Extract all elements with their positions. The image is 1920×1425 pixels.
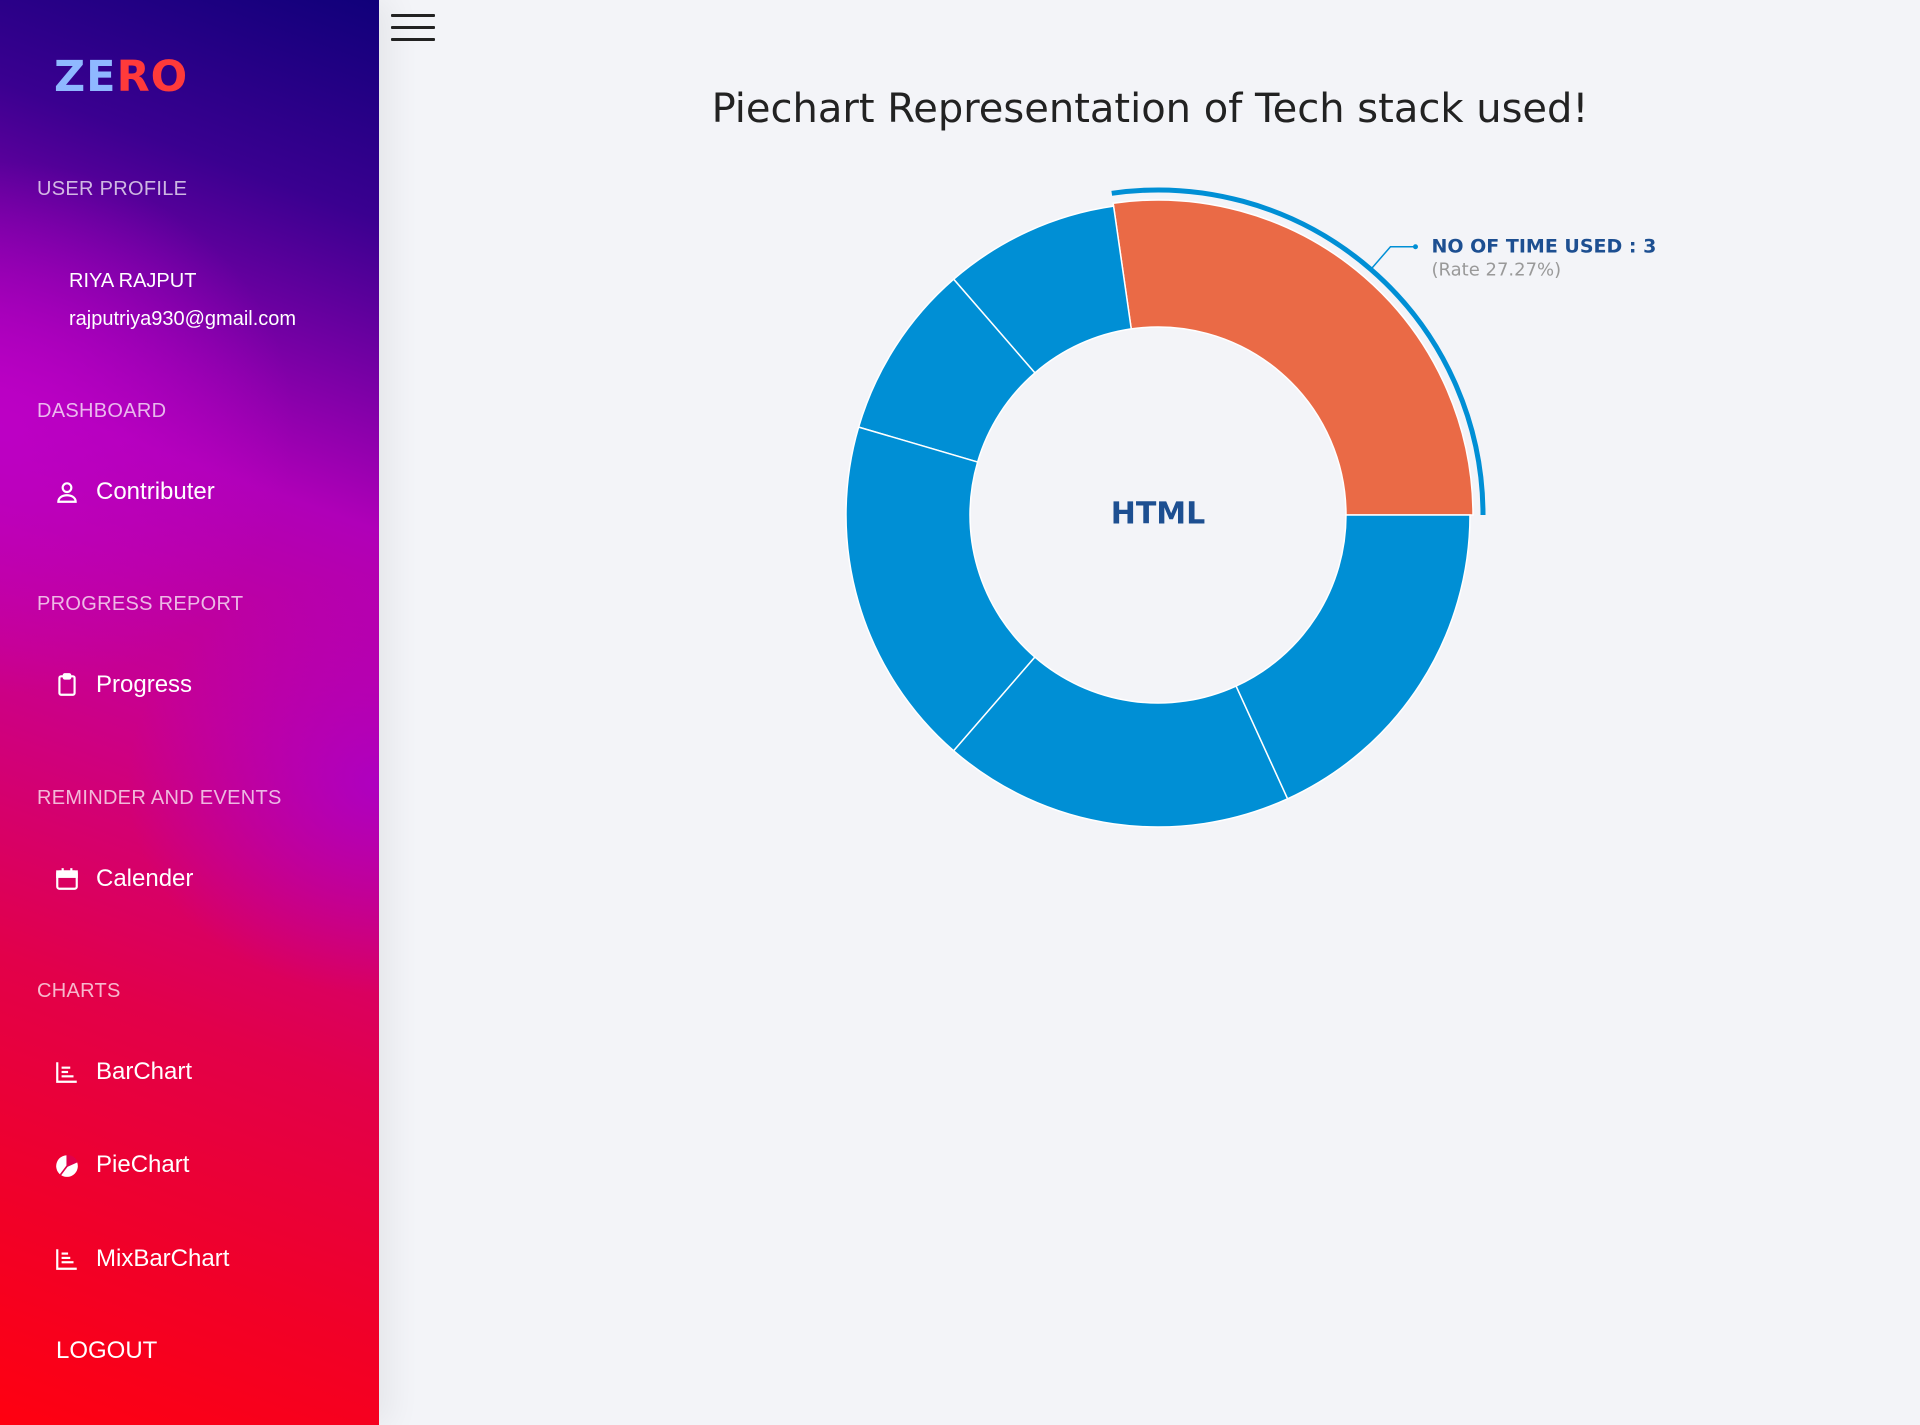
user-name: RIYA RAJPUT [69, 270, 197, 292]
user-email: rajputriya930@gmail.com [69, 308, 297, 330]
nav-barchart[interactable]: BarChart [54, 1058, 192, 1086]
pie-slice-active[interactable] [1112, 199, 1474, 516]
progress-report-heading: PROGRESS REPORT [37, 593, 244, 615]
nav-piechart-label: PieChart [96, 1151, 190, 1178]
tooltip-connector-line [1371, 245, 1416, 269]
nav-contributer-label: Contributer [96, 478, 215, 505]
tooltip-label: NO OF TIME USED : 3 [1431, 236, 1656, 258]
page-title: Piechart Representation of Tech stack us… [711, 86, 1589, 132]
tooltip-dot [1412, 244, 1418, 250]
nav-calender-label: Calender [96, 865, 194, 892]
nav-mixbarchart[interactable]: MixBarChart [54, 1245, 229, 1273]
pie-chart: NO OF TIME USED : 3 (Rate 27.27%) HTML [845, 187, 1656, 828]
user-profile-heading: USER PROFILE [37, 178, 188, 200]
clipboard-icon [58, 673, 76, 696]
nav-piechart[interactable]: PieChart [54, 1151, 189, 1179]
logo-part-2: RO [116, 52, 189, 102]
hamburger-line [391, 14, 435, 17]
charts-heading: CHARTS [37, 980, 121, 1002]
app-logo[interactable]: ZERO [54, 52, 188, 102]
logo-part-1: ZE [54, 52, 117, 102]
nav-barchart-label: BarChart [96, 1058, 193, 1085]
user-icon [57, 482, 77, 503]
reminder-events-heading: REMINDER AND EVENTS [37, 787, 282, 809]
tooltip-rate: (Rate 27.27%) [1431, 260, 1561, 281]
active-slice-name: HTML [1111, 497, 1206, 532]
pie-chart-icon [56, 1154, 78, 1177]
bar-chart-icon [56, 1062, 77, 1083]
nav-mixbarchart-label: MixBarChart [96, 1245, 230, 1272]
bar-chart-icon [56, 1249, 77, 1270]
hamburger-line [391, 38, 435, 41]
nav-progress[interactable]: Progress [54, 671, 192, 699]
dashboard-heading: DASHBOARD [37, 400, 167, 422]
pie-slice[interactable] [1235, 514, 1471, 800]
calendar-icon [56, 868, 78, 890]
nav-contributer[interactable]: Contributer [54, 478, 215, 506]
nav-calender[interactable]: Calender [54, 865, 193, 893]
hamburger-line [391, 26, 435, 29]
menu-toggle-button[interactable] [391, 14, 435, 48]
sidebar: ZERO USER PROFILE RIYA RAJPUT rajputriya… [0, 0, 379, 1425]
nav-progress-label: Progress [96, 671, 193, 698]
logout-button[interactable]: LOGOUT [56, 1337, 157, 1365]
